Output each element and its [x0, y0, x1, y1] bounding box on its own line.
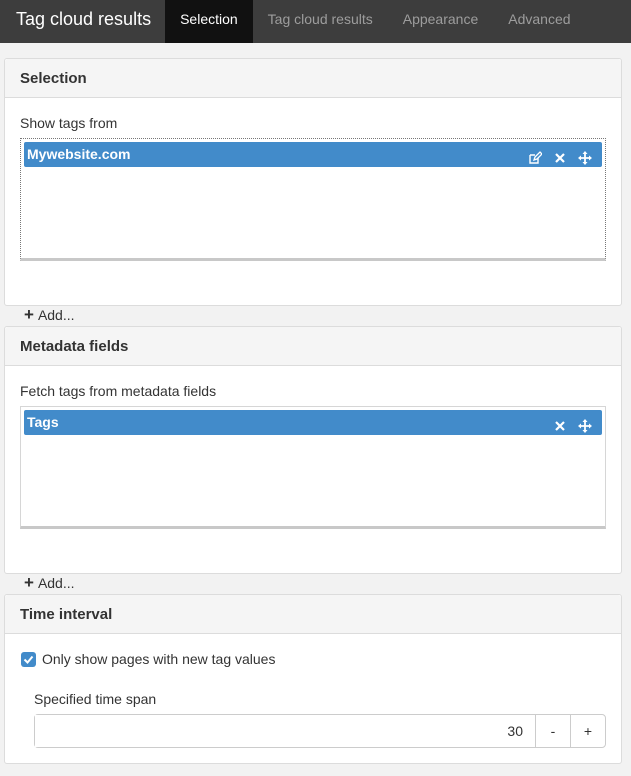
add-source-button[interactable]: + Add...	[24, 305, 75, 324]
add-metadata-button[interactable]: + Add...	[24, 573, 75, 592]
plus-icon: +	[24, 305, 34, 324]
selection-panel: Selection Show tags from Mywebsite.com +…	[4, 58, 622, 323]
panel-title: Selection	[5, 59, 621, 98]
metadata-list[interactable]: Tags	[20, 406, 606, 529]
tab-appearance[interactable]: Appearance	[388, 0, 494, 43]
metadata-panel: Metadata fields Fetch tags from metadata…	[4, 326, 622, 591]
check-icon	[23, 655, 34, 664]
list-item-label: Mywebsite.com	[27, 146, 131, 162]
checkbox-label: Only show pages with new tag values	[42, 651, 276, 667]
source-list[interactable]: Mywebsite.com	[20, 138, 606, 261]
plus-icon: +	[24, 573, 34, 592]
top-bar: Tag cloud results Selection Tag cloud re…	[0, 0, 631, 43]
move-icon[interactable]	[578, 148, 592, 165]
edit-icon[interactable]	[528, 148, 543, 164]
time-interval-panel: Time interval Only show pages with new t…	[4, 594, 622, 764]
add-label: Add...	[37, 307, 75, 323]
list-item[interactable]: Mywebsite.com	[24, 142, 602, 167]
panel-title: Time interval	[5, 595, 621, 634]
field-label: Fetch tags from metadata fields	[20, 383, 217, 399]
move-icon[interactable]	[578, 416, 592, 433]
item-actions	[528, 142, 592, 167]
field-label: Show tags from	[20, 115, 118, 131]
checkbox[interactable]	[21, 651, 36, 667]
close-icon[interactable]	[553, 148, 567, 163]
increment-button[interactable]: +	[570, 715, 605, 747]
list-item-label: Tags	[27, 414, 59, 430]
decrement-button[interactable]: -	[535, 715, 570, 747]
close-icon[interactable]	[553, 416, 567, 431]
new-tag-values-checkbox-row[interactable]: Only show pages with new tag values	[21, 651, 275, 667]
tab-tag-cloud-results[interactable]: Tag cloud results	[253, 0, 388, 43]
time-span-label: Specified time span	[34, 691, 157, 707]
time-span-input[interactable]	[35, 715, 535, 747]
app-title: Tag cloud results	[16, 9, 152, 29]
time-span-stepper: - +	[34, 714, 606, 748]
list-item[interactable]: Tags	[24, 410, 602, 435]
panel-title: Metadata fields	[5, 327, 621, 366]
item-actions	[553, 410, 592, 435]
tab-selection[interactable]: Selection	[165, 0, 253, 43]
tab-advanced[interactable]: Advanced	[493, 0, 585, 43]
add-label: Add...	[37, 575, 75, 591]
